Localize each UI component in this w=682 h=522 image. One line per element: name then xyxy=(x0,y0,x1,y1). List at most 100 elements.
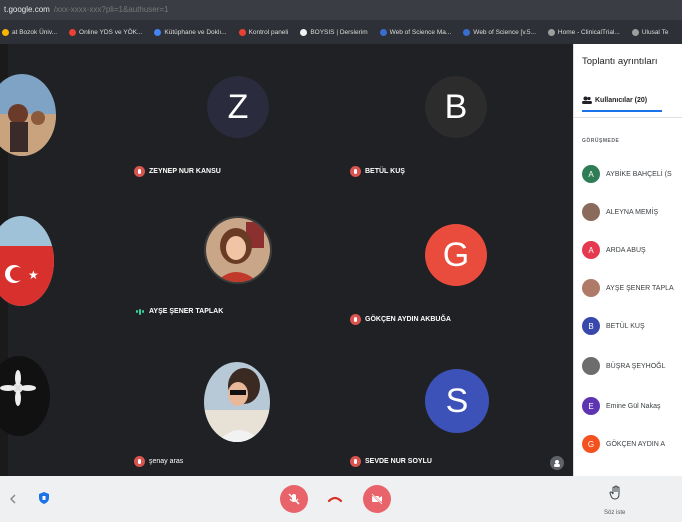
flag-photo-icon: ★ xyxy=(0,216,54,306)
beach-photo-icon xyxy=(0,74,56,156)
panel-title: Toplantı ayrıntıları xyxy=(582,56,658,67)
participant-name-tag: GÖKÇEN AYDIN AKBUĞA xyxy=(350,314,451,325)
participant-list-name: ALEYNA MEMİŞ xyxy=(606,208,659,216)
participant-name: ZEYNEP NUR KANSU xyxy=(149,168,221,175)
participant-list-item[interactable]: E Emine Gül Nakaş xyxy=(582,396,660,416)
camera-toggle-button[interactable] xyxy=(363,485,391,513)
speaking-indicator-icon xyxy=(134,308,145,315)
participant-name: AYŞE ŞENER TAPLAK xyxy=(149,308,224,315)
bookmark-label: Ulusal Te xyxy=(641,28,669,36)
participant-photo[interactable] xyxy=(0,356,50,436)
bookmark-item[interactable]: BOYSIS | Derslerim xyxy=(300,28,368,36)
avatar-initial: Z xyxy=(227,87,249,126)
self-view-icon[interactable] xyxy=(550,456,564,470)
bookmark-favicon-icon xyxy=(379,28,387,36)
participant-name-tag: şenay aras xyxy=(134,456,183,467)
bookmark-favicon-icon xyxy=(69,28,77,36)
participant-avatar[interactable]: G xyxy=(425,224,487,286)
bookmark-item[interactable]: at Bozok Üniv... xyxy=(2,28,58,36)
bookmark-item[interactable]: Web of Science Ma... xyxy=(379,28,451,36)
tab-label: Kullanıcılar (20) xyxy=(595,96,648,104)
svg-text:★: ★ xyxy=(28,268,39,282)
url-text: t.google.com xyxy=(4,5,50,14)
participant-photo[interactable] xyxy=(0,74,56,156)
people-icon xyxy=(582,96,592,104)
url-path: /xxx-xxxx-xxx?pli=1&authuser=1 xyxy=(53,5,169,14)
avatar: A xyxy=(582,165,600,183)
avatar: E xyxy=(582,397,600,415)
bookmark-label: Kontrol paneli xyxy=(248,28,289,36)
tab-indicator xyxy=(582,110,662,112)
avatar-initial: S xyxy=(445,381,469,420)
participant-name-tag: ZEYNEP NUR KANSU xyxy=(134,166,221,177)
chevron-icon[interactable] xyxy=(8,490,18,508)
participant-avatar[interactable]: Z xyxy=(207,76,269,138)
bookmark-item[interactable]: Kontrol paneli xyxy=(238,28,289,36)
participant-list-name: Emine Gül Nakaş xyxy=(606,402,661,410)
person-icon xyxy=(554,460,560,467)
participant-list-item[interactable]: G GÖKÇEN AYDIN A xyxy=(582,434,665,454)
bookmark-favicon-icon xyxy=(154,28,162,36)
participant-list-item[interactable]: BÜŞRA ŞEYHOĞL xyxy=(582,356,666,376)
mic-off-icon xyxy=(350,456,361,467)
participant-avatar[interactable]: B xyxy=(425,76,487,138)
mic-off-icon xyxy=(350,166,361,177)
bookmark-item[interactable]: Kütüphane ve Doklı... xyxy=(154,28,227,36)
avatar: A xyxy=(582,241,600,259)
bookmark-favicon-icon xyxy=(631,28,639,36)
bookmarks-bar: at Bozok Üniv... Online YDS ve YÖK... Kü… xyxy=(0,20,682,44)
participant-list-item[interactable]: AYŞE ŞENER TAPLA xyxy=(582,278,674,298)
participant-photo[interactable] xyxy=(204,362,270,442)
meeting-details-panel: Toplantı ayrıntıları Kullanıcılar (20) G… xyxy=(573,44,682,476)
participant-photo[interactable] xyxy=(204,216,272,284)
bookmark-favicon-icon xyxy=(300,28,308,36)
avatar: G xyxy=(582,435,600,453)
section-label: GÖRÜŞMEDE xyxy=(582,138,620,144)
bookmark-label: Online YDS ve YÖK... xyxy=(79,28,143,36)
security-shield-icon[interactable] xyxy=(37,490,51,506)
avatar xyxy=(582,279,600,297)
bookmark-item[interactable]: Web of Science [v.5... xyxy=(463,28,536,36)
participant-name: şenay aras xyxy=(149,458,184,465)
avatar xyxy=(582,357,600,375)
address-bar[interactable]: t.google.com/xxx-xxxx-xxx?pli=1&authuser… xyxy=(0,0,682,20)
participant-list-item[interactable]: A AYBİKE BAHÇELİ (S xyxy=(582,164,672,184)
divider xyxy=(574,117,682,118)
participant-list-item[interactable]: A ARDA ABUŞ xyxy=(582,240,646,260)
mic-off-icon xyxy=(134,456,145,467)
hand-icon xyxy=(609,485,620,500)
flower-photo-icon xyxy=(0,356,50,436)
bookmark-favicon-icon xyxy=(547,28,555,36)
participant-avatar[interactable]: S xyxy=(425,369,489,433)
avatar: B xyxy=(582,317,600,335)
mic-toggle-button[interactable] xyxy=(280,485,308,513)
meet-window: t.google.com/xxx-xxxx-xxx?pli=1&authuser… xyxy=(0,0,682,522)
raise-hand-button[interactable] xyxy=(604,482,628,504)
participant-name-tag: AYŞE ŞENER TAPLAK xyxy=(134,308,223,315)
portrait-photo-icon xyxy=(206,218,270,282)
video-grid: ★ Z ZEYNEP NUR KANSU B BETÜL KUŞ AYŞE ŞE… xyxy=(0,44,573,476)
participant-list-item[interactable]: B BETÜL KUŞ xyxy=(582,316,645,336)
bookmark-label: BOYSIS | Derslerim xyxy=(310,28,368,36)
participant-list-name: AYŞE ŞENER TAPLA xyxy=(606,284,674,292)
participant-photo[interactable]: ★ xyxy=(0,216,54,306)
participant-list-item[interactable]: ALEYNA MEMİŞ xyxy=(582,202,658,222)
participant-list-name: ARDA ABUŞ xyxy=(606,246,646,254)
bookmark-item[interactable]: Online YDS ve YÖK... xyxy=(69,28,143,36)
bookmark-item[interactable]: Home - ClinicalTrial... xyxy=(547,28,620,36)
bookmark-item[interactable]: Ulusal Te xyxy=(631,28,669,36)
bookmark-label: at Bozok Üniv... xyxy=(12,28,58,36)
participant-name-tag: SEVDE NUR SOYLU xyxy=(350,456,432,467)
participant-name: BETÜL KUŞ xyxy=(365,168,405,175)
participant-name: SEVDE NUR SOYLU xyxy=(365,458,432,465)
bookmark-favicon-icon xyxy=(238,28,246,36)
bookmark-label: Home - ClinicalTrial... xyxy=(557,28,620,36)
avatar-initial: G xyxy=(442,235,470,274)
avatar-initial: B xyxy=(444,87,468,126)
mic-off-icon xyxy=(134,166,145,177)
leave-call-button[interactable] xyxy=(324,490,346,508)
participant-list-name: AYBİKE BAHÇELİ (S xyxy=(606,170,672,178)
bookmark-favicon-icon xyxy=(463,28,471,36)
tab-people[interactable]: Kullanıcılar (20) xyxy=(582,96,647,104)
raise-hand-label: Söz iste xyxy=(604,510,626,516)
